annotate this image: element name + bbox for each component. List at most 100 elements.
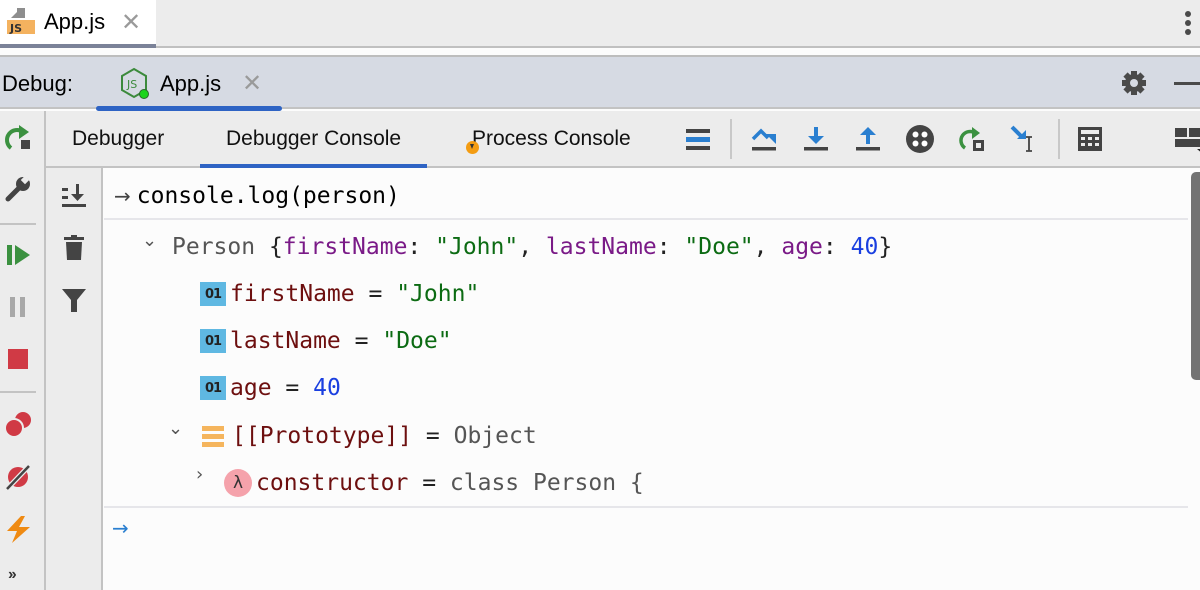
- view-breakpoints-button[interactable]: [2, 409, 34, 441]
- debugger-console[interactable]: → console.log(person) ⌄ Person {firstNam…: [104, 168, 1188, 590]
- editor-tab-label: App.js: [44, 9, 106, 34]
- more-actions-icon[interactable]: ››: [8, 566, 17, 584]
- vertical-scrollbar[interactable]: [1191, 172, 1200, 380]
- debug-session-tab[interactable]: JS App.js ✕: [96, 57, 282, 111]
- equals-sign: =: [425, 423, 440, 449]
- filter-button[interactable]: [58, 284, 90, 316]
- editor-tab-app-js[interactable]: JS App.js ✕: [0, 0, 156, 48]
- trash-icon: [64, 235, 84, 260]
- breakpoints-icon: [4, 412, 31, 438]
- output-indicator-icon: [466, 141, 479, 154]
- gear-icon[interactable]: [1120, 69, 1148, 97]
- console-toolbar: [46, 168, 103, 590]
- lines-icon: [686, 129, 710, 150]
- console-input-echo: → console.log(person): [114, 176, 400, 216]
- dots-circle-icon: [906, 125, 934, 153]
- function-icon: λ: [224, 469, 252, 497]
- property-value: Object: [453, 423, 537, 449]
- toolbar-separator: [0, 223, 36, 225]
- js-file-icon: JS: [7, 8, 35, 35]
- get-thread-dump-button[interactable]: [2, 513, 34, 545]
- tab-label: Debugger Console: [226, 126, 402, 150]
- stop-button[interactable]: [2, 343, 34, 375]
- close-icon[interactable]: ✕: [121, 8, 141, 37]
- rerun-button[interactable]: [2, 121, 34, 153]
- debug-tool-window-header: Debug: JS App.js ✕: [0, 55, 1200, 111]
- summary-key: firstName: [282, 234, 408, 260]
- step-into-button[interactable]: [800, 123, 832, 155]
- tab-debugger[interactable]: Debugger: [72, 111, 164, 166]
- property-value: 40: [313, 375, 341, 401]
- primitive-icon: 01: [200, 282, 226, 306]
- summary-value: "John": [435, 234, 519, 260]
- run-to-cursor-button[interactable]: [1008, 123, 1040, 155]
- summary-key: age: [781, 234, 823, 260]
- property-name: constructor: [256, 470, 409, 496]
- object-summary-row[interactable]: Person {firstName: "John", lastName: "Do…: [172, 227, 892, 267]
- step-into-icon: [804, 127, 828, 151]
- layout-icon: [1175, 128, 1200, 152]
- toolbar-separator: [730, 119, 732, 159]
- constructor-row[interactable]: λ constructor = class Person {: [224, 463, 644, 503]
- debug-actions-toolbar: ››: [0, 111, 46, 590]
- nodejs-icon: JS: [121, 67, 149, 99]
- equals-sign: =: [422, 470, 437, 496]
- clear-console-button[interactable]: [58, 232, 90, 264]
- step-out-icon: [856, 127, 880, 151]
- divider: [104, 506, 1188, 508]
- settings-wrench-button[interactable]: [2, 173, 34, 205]
- evaluate-expression-button[interactable]: [904, 123, 936, 155]
- chevron-down-icon[interactable]: ⌄: [168, 418, 183, 439]
- mute-breakpoints-icon: [5, 464, 31, 491]
- svg-text:JS: JS: [126, 78, 137, 91]
- pause-button[interactable]: [2, 291, 34, 323]
- wrench-icon: [5, 175, 30, 202]
- run-to-cursor-icon: [1010, 125, 1032, 152]
- tab-label: Process Console: [472, 126, 631, 150]
- tab-debugger-console[interactable]: Debugger Console: [200, 111, 428, 168]
- resume-icon: [7, 245, 30, 265]
- property-name: lastName: [230, 328, 341, 354]
- show-execution-point-button[interactable]: [682, 123, 714, 155]
- toolbar-separator: [1058, 119, 1060, 159]
- property-row[interactable]: 01 lastName = "Doe": [200, 321, 452, 361]
- layout-settings-button[interactable]: [1172, 123, 1200, 155]
- rerun-icon: [5, 125, 30, 150]
- chevron-down-icon[interactable]: ⌄: [142, 230, 157, 251]
- svg-text:JS: JS: [9, 22, 22, 35]
- debug-session-label: App.js: [160, 71, 222, 96]
- equals-sign: =: [368, 281, 383, 307]
- property-name: age: [230, 375, 272, 401]
- more-options-icon[interactable]: [1182, 8, 1194, 40]
- scroll-to-end-icon: [62, 184, 86, 207]
- property-row[interactable]: 01 firstName = "John": [200, 274, 479, 314]
- equals-sign: =: [354, 328, 369, 354]
- property-value: "John": [396, 281, 480, 307]
- property-value: class Person {: [449, 470, 644, 496]
- primitive-icon: 01: [200, 329, 226, 353]
- prototype-icon: [202, 424, 224, 448]
- property-row[interactable]: 01 age = 40: [200, 368, 341, 408]
- divider: [104, 218, 1188, 220]
- step-over-button[interactable]: [748, 123, 780, 155]
- primitive-icon: 01: [200, 376, 226, 400]
- pause-icon: [10, 297, 25, 317]
- property-name: [[Prototype]]: [232, 423, 413, 449]
- tab-process-console[interactable]: Process Console: [466, 111, 631, 166]
- prototype-row[interactable]: [[Prototype]] = Object: [202, 416, 537, 456]
- arrow-right-icon: →: [114, 184, 131, 208]
- close-icon[interactable]: ✕: [242, 69, 262, 98]
- equals-sign: =: [285, 375, 300, 401]
- tab-label: Debugger: [72, 126, 165, 150]
- step-out-button[interactable]: [852, 123, 884, 155]
- chevron-right-icon[interactable]: ›: [196, 464, 203, 485]
- restart-frame-button[interactable]: [956, 123, 988, 155]
- scroll-to-end-button[interactable]: [58, 180, 90, 212]
- minimize-icon[interactable]: [1174, 82, 1200, 85]
- lightning-icon: [7, 516, 30, 543]
- resume-button[interactable]: [2, 239, 34, 271]
- mute-breakpoints-button[interactable]: [2, 461, 34, 493]
- evaluate-calculator-button[interactable]: [1074, 123, 1106, 155]
- console-prompt-icon[interactable]: →: [112, 516, 129, 540]
- summary-key: lastName: [545, 234, 657, 260]
